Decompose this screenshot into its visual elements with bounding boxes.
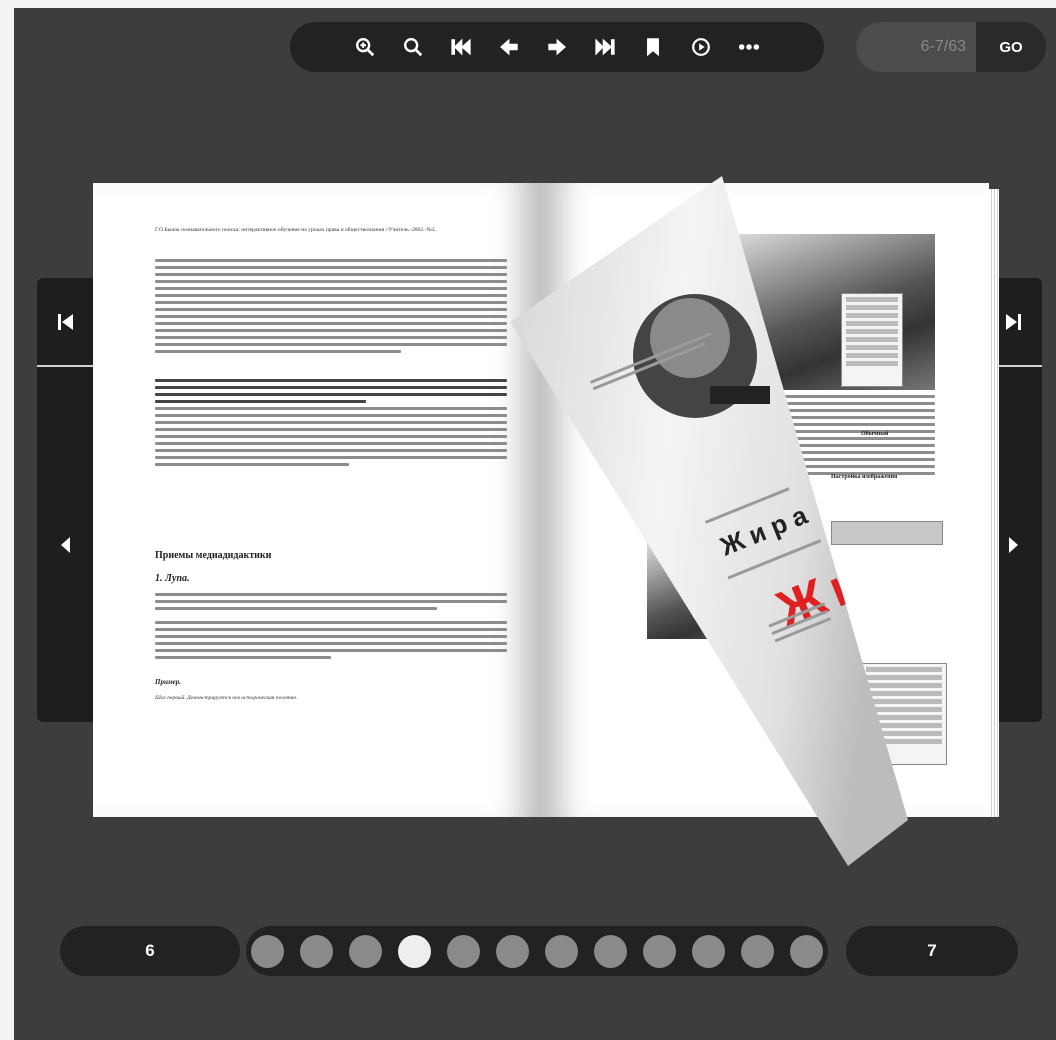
left-page-intro: Г.О.Бычок познавательного поиска: интера… [155, 227, 436, 233]
text-block [155, 621, 507, 663]
zoom-in-icon [356, 38, 375, 57]
search-icon [404, 38, 423, 57]
first-page-button[interactable] [446, 32, 476, 62]
page-dot[interactable] [790, 934, 823, 968]
fast-forward-icon [595, 38, 615, 56]
text-block [155, 593, 507, 614]
page-dot[interactable] [643, 934, 676, 968]
caret-left-icon [61, 536, 70, 553]
page-dot[interactable] [300, 934, 333, 968]
section-subheading: 1. Лупа. [155, 573, 190, 584]
top-toolbar [290, 22, 824, 72]
text-block [155, 379, 507, 470]
page-dot[interactable] [447, 934, 480, 968]
skip-to-end-icon [1006, 313, 1021, 330]
prev-page-button[interactable] [494, 32, 524, 62]
right-page-number: 7 [846, 926, 1018, 976]
autoplay-button[interactable] [686, 32, 716, 62]
skip-to-start-icon [58, 313, 73, 330]
page-dot[interactable] [496, 934, 529, 968]
page-stack-edge [989, 189, 999, 817]
section-heading: Приемы медиадидактики [155, 550, 272, 561]
page-dot-active[interactable] [398, 934, 431, 968]
zoom-out-button[interactable] [398, 32, 428, 62]
page-dot[interactable] [545, 934, 578, 968]
page-jump: GO [856, 22, 1046, 72]
page-dot[interactable] [349, 934, 382, 968]
play-circle-icon [692, 38, 710, 56]
page-dots [246, 926, 828, 976]
page-dot[interactable] [692, 934, 725, 968]
arrow-left-icon [500, 38, 518, 56]
more-icon [738, 44, 760, 50]
last-page-button[interactable] [590, 32, 620, 62]
left-page-number: 6 [60, 926, 240, 976]
first-step-text: Шаг первый. Демонстрируется вся историче… [155, 695, 298, 701]
next-page-button[interactable] [542, 32, 572, 62]
fast-rewind-icon [451, 38, 471, 56]
arrow-right-icon [548, 38, 566, 56]
left-side-panel [37, 278, 95, 722]
prev-page-side-button[interactable] [37, 367, 95, 722]
page-dot[interactable] [251, 934, 284, 968]
page-number-input[interactable] [856, 22, 976, 72]
left-page[interactable]: Г.О.Бычок познавательного поиска: интера… [93, 183, 541, 817]
go-button[interactable]: GO [976, 22, 1046, 72]
flipbook-viewer: GO Г.О.Бычок познавательного поиска: инт… [14, 8, 1056, 1040]
zoom-in-button[interactable] [350, 32, 380, 62]
bookmark-icon [647, 38, 659, 57]
text-block [155, 259, 507, 357]
bookmark-button[interactable] [638, 32, 668, 62]
more-button[interactable] [734, 32, 764, 62]
turning-page[interactable]: Жира Жи [510, 176, 910, 896]
page-dot[interactable] [594, 934, 627, 968]
page-dot[interactable] [741, 934, 774, 968]
caret-right-icon [1009, 536, 1018, 553]
example-label: Пример. [155, 678, 181, 686]
first-page-side-button[interactable] [37, 278, 95, 365]
